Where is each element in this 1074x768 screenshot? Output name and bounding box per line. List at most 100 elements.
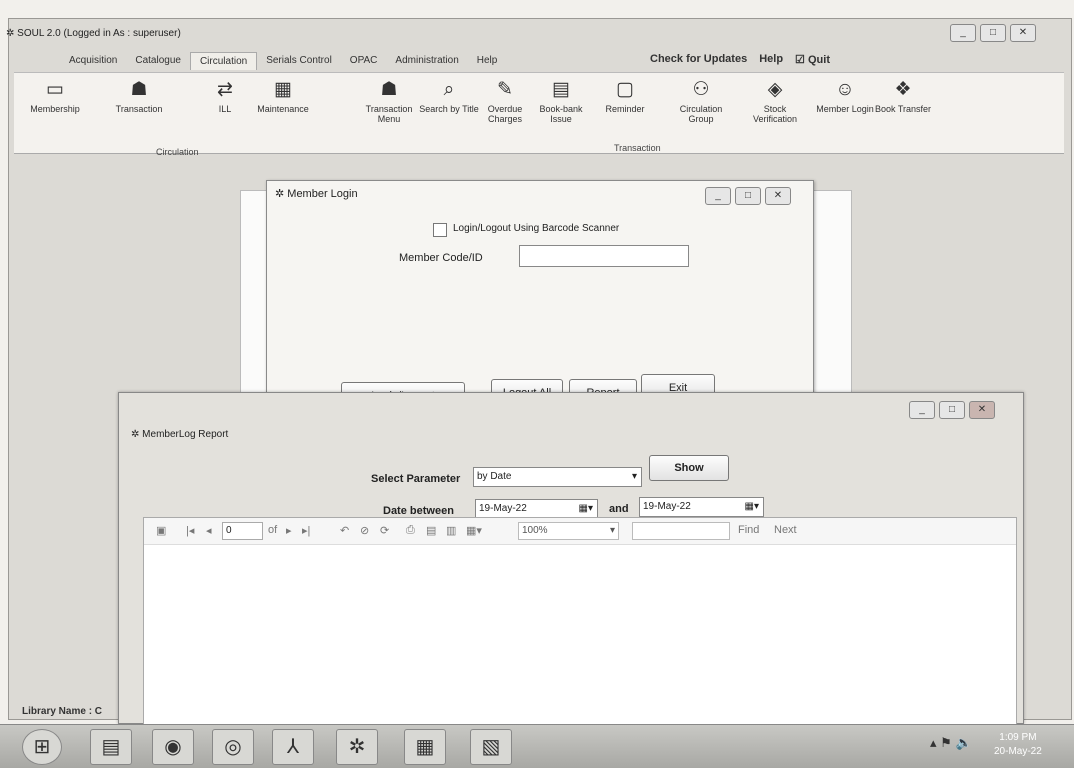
minimize-button[interactable]: _: [909, 401, 935, 419]
close-button[interactable]: ✕: [765, 187, 791, 205]
report-title: ✲ MemberLog Report: [131, 429, 228, 440]
export-icon[interactable]: ▦▾: [466, 524, 482, 537]
clock[interactable]: 1:09 PM 20-May-22: [994, 731, 1042, 759]
toolbox-icon: ▦: [274, 79, 292, 100]
soul-taskbar-button[interactable]: ✲: [336, 729, 378, 765]
date-from-value: 19-May-22: [479, 503, 527, 514]
page-setup-icon[interactable]: ▥: [446, 524, 456, 537]
document-map-icon[interactable]: ▣: [156, 524, 166, 537]
volume-icon: 🔈: [955, 735, 972, 750]
tab-circulation[interactable]: Circulation: [189, 52, 258, 70]
close-button[interactable]: ✕: [969, 401, 995, 419]
tab-opac[interactable]: OPAC: [341, 52, 387, 70]
quit-icon: ☑: [795, 54, 805, 66]
excel-taskbar-button[interactable]: ▦: [404, 729, 446, 765]
people-icon: ☗: [130, 79, 148, 100]
system-tray-icons[interactable]: ▴ ⚑ 🔈: [930, 735, 972, 751]
first-page-icon[interactable]: |◂: [186, 524, 194, 537]
refresh-icon[interactable]: ⟳: [380, 524, 389, 537]
tab-catalogue[interactable]: Catalogue: [126, 52, 190, 70]
chevron-down-icon: ▾: [609, 525, 615, 536]
word-taskbar-button[interactable]: ▧: [470, 729, 512, 765]
stock-verification-label: Stock Verification: [752, 104, 798, 124]
dialog-window-controls: _ □ ✕: [705, 187, 791, 205]
maintenance-label: Maintenance: [257, 104, 309, 114]
maximize-button[interactable]: □: [735, 187, 761, 205]
page-number-input[interactable]: 0: [222, 522, 263, 540]
and-label: and: [609, 503, 629, 515]
member-code-input[interactable]: [519, 245, 689, 267]
quit-link[interactable]: ☑ Quit: [795, 53, 830, 66]
app-logo-icon: ✲: [6, 28, 15, 39]
app-logo-icon: ✲: [131, 429, 140, 440]
zoom-dropdown[interactable]: 100% ▾: [518, 522, 619, 540]
select-parameter-dropdown[interactable]: by Date ▾: [473, 467, 642, 487]
transaction-button[interactable]: ☗ Transaction: [108, 79, 170, 114]
next-page-icon[interactable]: ▸: [286, 524, 292, 537]
acrobat-taskbar-button[interactable]: ⅄: [272, 729, 314, 765]
menu-bar: Acquisition Catalogue Circulation Serial…: [60, 52, 506, 70]
back-icon[interactable]: ↶: [340, 524, 349, 537]
book-bank-issue-button[interactable]: ▤ Book-bank Issue: [530, 79, 592, 124]
window-title-text: SOUL 2.0 (Logged in As : superuser): [17, 28, 181, 39]
clock-time: 1:09 PM: [999, 732, 1037, 743]
circulation-group-label: Circulation Group: [679, 104, 723, 124]
people-icon: ☗: [380, 79, 398, 100]
start-button[interactable]: ⊞: [22, 729, 62, 765]
maintenance-button[interactable]: ▦ Maintenance: [252, 79, 314, 114]
tab-serials-control[interactable]: Serials Control: [257, 52, 341, 70]
chrome-icon: ◉: [164, 736, 182, 758]
date-between-label: Date between: [383, 505, 454, 517]
print-icon[interactable]: ⎙: [406, 524, 415, 537]
help-link[interactable]: Help: [759, 53, 783, 66]
member-login-label: Member Login: [816, 104, 874, 114]
browser-taskbar-button[interactable]: ◎: [212, 729, 254, 765]
tab-acquisition[interactable]: Acquisition: [60, 52, 126, 70]
tab-help[interactable]: Help: [468, 52, 507, 70]
chevron-down-icon: ▾: [631, 471, 637, 482]
reminder-label: Reminder: [605, 104, 645, 114]
check-updates-link[interactable]: Check for Updates: [650, 53, 747, 66]
close-button[interactable]: ✕: [1010, 24, 1036, 42]
file-explorer-taskbar-button[interactable]: ▤: [90, 729, 132, 765]
flag-icon: ⚑: [940, 735, 952, 750]
next-link[interactable]: Next: [774, 524, 797, 536]
exchange-icon: ⇄: [217, 79, 233, 100]
find-input[interactable]: [632, 522, 730, 540]
member-login-button[interactable]: ☺ Member Login: [814, 79, 876, 114]
transaction-menu-button[interactable]: ☗ Transaction Menu: [358, 79, 420, 124]
search-by-title-button[interactable]: ⌕ Search by Title: [418, 79, 480, 114]
stop-icon[interactable]: ⊘: [360, 524, 369, 537]
print-layout-icon[interactable]: ▤: [426, 524, 436, 537]
membership-button[interactable]: ▭ Membership: [24, 79, 86, 114]
previous-page-icon[interactable]: ◂: [206, 524, 212, 537]
find-link[interactable]: Find: [738, 524, 759, 536]
tab-administration[interactable]: Administration: [386, 52, 467, 70]
book-transfer-button[interactable]: ❖ Book Transfer: [872, 79, 934, 114]
minimize-button[interactable]: _: [705, 187, 731, 205]
last-page-icon[interactable]: ▸|: [302, 524, 310, 537]
date-to-picker[interactable]: 19-May-22 ▦▾: [639, 497, 764, 517]
book-bank-issue-label: Book-bank Issue: [539, 104, 583, 124]
folder-icon: ▤: [101, 736, 121, 758]
transaction-label: Transaction: [115, 104, 163, 114]
chrome-taskbar-button[interactable]: ◉: [152, 729, 194, 765]
ill-button[interactable]: ⇄ ILL: [194, 79, 256, 114]
date-to-value: 19-May-22: [643, 501, 691, 512]
barcode-checkbox[interactable]: [433, 223, 447, 237]
maximize-button[interactable]: □: [939, 401, 965, 419]
overdue-charges-button[interactable]: ✎ Overdue Charges: [474, 79, 536, 124]
top-right-links: Check for Updates Help ☑ Quit: [650, 53, 830, 66]
member-login-title: ✲ Member Login: [275, 187, 358, 200]
calendar-icon: ▦▾: [744, 501, 759, 512]
member-icon: ☺: [835, 79, 855, 100]
circulation-group-button[interactable]: ⚇ Circulation Group: [670, 79, 732, 124]
reminder-button[interactable]: ▢ Reminder: [594, 79, 656, 114]
date-from-picker[interactable]: 19-May-22 ▦▾: [475, 499, 598, 519]
maximize-button[interactable]: □: [980, 24, 1006, 42]
show-button[interactable]: Show: [649, 455, 729, 481]
minimize-button[interactable]: _: [950, 24, 976, 42]
member-login-title-text: Member Login: [287, 188, 358, 200]
stock-verification-button[interactable]: ◈ Stock Verification: [744, 79, 806, 124]
search-book-icon: ⌕: [443, 79, 455, 100]
